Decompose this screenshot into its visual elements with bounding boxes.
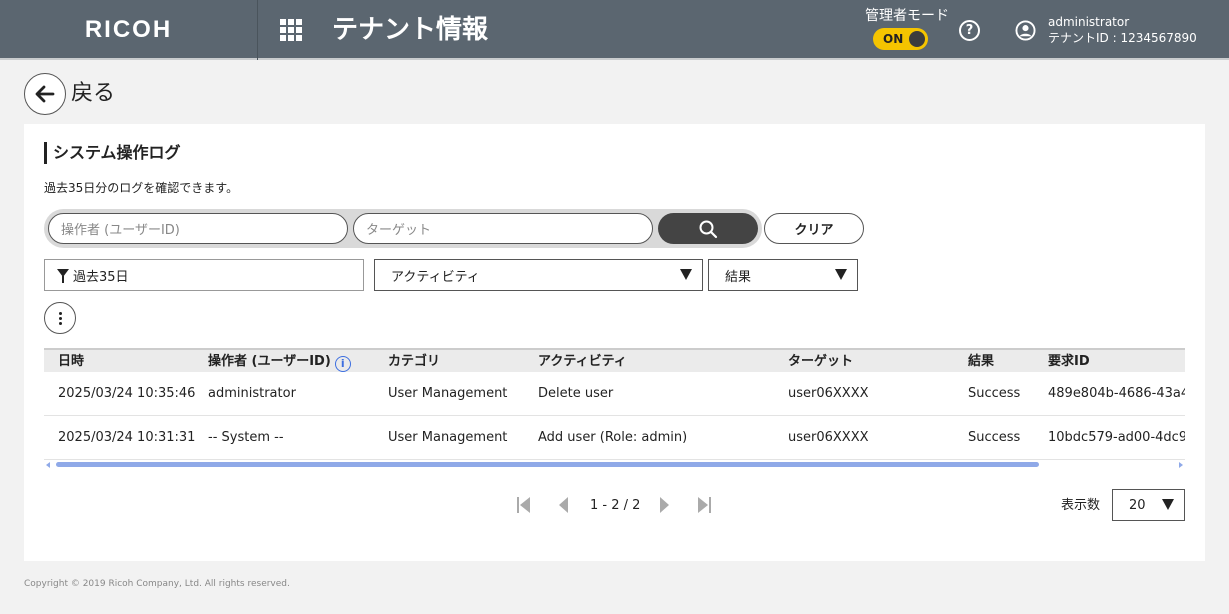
column-header-operator[interactable]: 操作者 (ユーザーID) i — [208, 353, 351, 372]
back-button[interactable] — [24, 73, 66, 115]
search-button[interactable] — [658, 213, 758, 244]
section-description: 過去35日分のログを確認できます。 — [44, 181, 239, 195]
admin-mode-label: 管理者モード — [865, 8, 949, 24]
caret-down-icon — [1162, 499, 1174, 510]
column-header-target[interactable]: ターゲット — [788, 353, 853, 371]
section-title: システム操作ログ — [44, 142, 181, 164]
scroll-right-icon[interactable] — [1179, 462, 1183, 468]
copyright-footer: Copyright © 2019 Ricoh Company, Ltd. All… — [24, 579, 290, 589]
ricoh-logo: RICOH — [0, 0, 258, 60]
first-page-icon[interactable] — [516, 496, 532, 514]
last-page-icon[interactable] — [696, 496, 712, 514]
more-vertical-icon — [58, 311, 62, 315]
column-header-result[interactable]: 結果 — [968, 353, 994, 371]
column-header-datetime[interactable]: 日時 — [58, 353, 84, 371]
clear-button[interactable]: クリア — [764, 213, 864, 244]
horizontal-scrollbar[interactable] — [44, 460, 1185, 468]
admin-mode-toggle-label: ON — [883, 32, 904, 46]
scroll-thumb[interactable] — [56, 462, 1039, 467]
more-options-button[interactable] — [44, 302, 76, 334]
column-header-activity[interactable]: アクティビティ — [538, 353, 627, 371]
table-header: 日時 操作者 (ユーザーID) i カテゴリ アクティビティ ターゲット 結果 要… — [44, 348, 1185, 372]
per-page-value: 20 — [1129, 497, 1146, 513]
info-icon[interactable]: i — [334, 356, 351, 372]
column-header-request-id[interactable]: 要求ID — [1048, 353, 1090, 371]
column-header-category[interactable]: カテゴリ — [388, 353, 440, 371]
result-dropdown-label: 結果 — [725, 269, 752, 285]
apps-grid-icon[interactable] — [280, 19, 302, 41]
column-header-operator-label: 操作者 (ユーザーID) — [208, 354, 331, 369]
cell-result: Success — [968, 430, 1021, 445]
search-bar: 操作者 (ユーザーID) ターゲット — [44, 209, 762, 248]
date-filter[interactable]: 過去35日 — [44, 259, 364, 291]
page-range: 1 - 2 / 2 — [590, 498, 641, 513]
cell-result: Success — [968, 386, 1021, 401]
cell-request-id: 489e804b-4686-43a4- — [1048, 386, 1185, 401]
cell-category: User Management — [388, 430, 508, 445]
back-label[interactable]: 戻る — [71, 80, 115, 108]
per-page-label: 表示数 — [1061, 498, 1101, 513]
log-table: 日時 操作者 (ユーザーID) i カテゴリ アクティビティ ターゲット 結果 要… — [44, 348, 1185, 468]
search-icon — [699, 220, 718, 238]
tenant-id: テナントID : 1234567890 — [1048, 31, 1197, 45]
page-title: テナント情報 — [332, 15, 489, 45]
arrow-left-icon — [35, 85, 55, 103]
log-card: システム操作ログ 過去35日分のログを確認できます。 操作者 (ユーザーID) … — [24, 124, 1205, 561]
cell-operator: administrator — [208, 386, 296, 401]
cell-activity: Delete user — [538, 386, 614, 401]
cell-category: User Management — [388, 386, 508, 401]
next-page-icon[interactable] — [656, 496, 672, 514]
cell-target: user06XXXX — [788, 386, 869, 401]
per-page-select[interactable]: 20 — [1112, 489, 1185, 521]
scroll-left-icon[interactable] — [46, 462, 50, 468]
date-filter-label: 過去35日 — [73, 269, 129, 285]
cell-request-id: 10bdc579-ad00-4dc9- — [1048, 430, 1185, 445]
admin-mode-toggle[interactable]: ON — [873, 28, 928, 50]
activity-dropdown[interactable]: アクティビティ — [374, 259, 703, 291]
previous-page-icon[interactable] — [556, 496, 572, 514]
table-row[interactable]: 2025/03/24 10:35:46 administrator User M… — [44, 372, 1185, 416]
cell-operator: -- System -- — [208, 430, 284, 445]
app-header: RICOH テナント情報 管理者モード ON ? administrator テ… — [0, 0, 1229, 60]
caret-down-icon — [835, 269, 847, 280]
table-row[interactable]: 2025/03/24 10:31:31 -- System -- User Ma… — [44, 416, 1185, 460]
user-account-icon[interactable] — [1015, 20, 1036, 41]
cell-activity: Add user (Role: admin) — [538, 430, 688, 445]
target-search-input[interactable]: ターゲット — [353, 213, 653, 244]
caret-down-icon — [680, 269, 692, 280]
cell-datetime: 2025/03/24 10:35:46 — [58, 386, 196, 401]
result-dropdown[interactable]: 結果 — [708, 259, 858, 291]
cell-target: user06XXXX — [788, 430, 869, 445]
user-name: administrator — [1048, 15, 1130, 29]
cell-datetime: 2025/03/24 10:31:31 — [58, 430, 196, 445]
filter-icon — [57, 269, 69, 283]
help-icon[interactable]: ? — [959, 20, 980, 41]
toggle-knob — [909, 31, 925, 47]
operator-search-input[interactable]: 操作者 (ユーザーID) — [48, 213, 348, 244]
activity-dropdown-label: アクティビティ — [391, 269, 480, 285]
